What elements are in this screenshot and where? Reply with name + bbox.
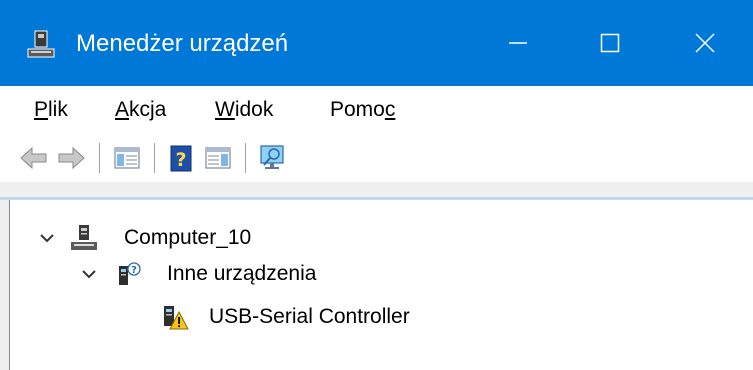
menu-item-akcja[interactable]: Akcja	[115, 95, 166, 125]
tree-node-other-devices[interactable]: ? Inne urządzenia	[79, 260, 399, 288]
menu-item-widok[interactable]: Widok	[215, 95, 273, 125]
scan-hardware-button[interactable]	[258, 143, 288, 173]
menu-accelerator: P	[34, 98, 49, 121]
chevron-down-icon[interactable]	[79, 264, 99, 284]
title-bar[interactable]: Menedżer urządzeń	[0, 0, 753, 86]
device-manager-icon	[26, 29, 56, 59]
console-tree-icon	[114, 147, 140, 169]
close-icon	[694, 33, 715, 53]
chevron-down-icon[interactable]	[37, 228, 57, 248]
menu-bar: Plik Akcja Widok Pomoc	[0, 86, 753, 134]
toolbar-separator	[99, 143, 100, 173]
tree-node-label: Computer_10	[124, 226, 252, 249]
show-hide-console-tree-button[interactable]	[112, 143, 142, 173]
toolbar-separator	[154, 143, 155, 173]
device-warning-icon	[161, 303, 189, 331]
pane-frame	[0, 182, 753, 200]
maximize-icon	[600, 33, 620, 53]
tree-node-label: USB-Serial Controller	[209, 305, 410, 328]
svg-text:?: ?	[175, 149, 186, 171]
forward-button[interactable]	[56, 143, 86, 173]
minimize-button[interactable]	[472, 0, 564, 86]
menu-item-label: lik	[48, 98, 68, 121]
pane-frame-left	[0, 200, 9, 370]
back-arrow-icon	[20, 146, 47, 170]
toolbar-separator	[245, 143, 246, 173]
help-button[interactable]: ?	[166, 143, 196, 173]
unknown-device-icon: ?	[115, 260, 143, 288]
menu-item-label: idok	[234, 98, 274, 121]
action-pane-icon	[205, 147, 231, 169]
minimize-icon	[509, 42, 527, 44]
menu-item-plik[interactable]: Plik	[34, 95, 68, 125]
tree-node-computer[interactable]: Computer_10	[37, 224, 337, 252]
menu-accelerator: A	[115, 98, 130, 121]
maximize-button[interactable]	[564, 0, 656, 86]
scan-monitor-icon	[260, 145, 284, 169]
menu-item-label: kcja	[129, 98, 167, 121]
svg-text:?: ?	[131, 265, 137, 276]
menu-item-label: Pomo	[330, 98, 385, 121]
back-button[interactable]	[19, 143, 49, 173]
device-tree[interactable]: Computer_10 ? Inne urządzenia USB-Serial…	[9, 200, 753, 370]
menu-accelerator: c	[384, 98, 396, 121]
menu-item-pomoc[interactable]: Pomoc	[330, 95, 395, 125]
tree-node-usb-serial-controller[interactable]: USB-Serial Controller	[161, 303, 521, 331]
computer-icon	[70, 224, 98, 252]
tree-node-label: Inne urządzenia	[167, 262, 317, 285]
forward-arrow-icon	[58, 146, 85, 170]
close-button[interactable]	[656, 0, 753, 86]
help-icon: ?	[170, 145, 192, 172]
toolbar: ?	[0, 134, 753, 182]
menu-accelerator: W	[215, 98, 235, 121]
window-title: Menedżer urządzeń	[76, 30, 289, 57]
show-hide-action-pane-button[interactable]	[203, 143, 233, 173]
